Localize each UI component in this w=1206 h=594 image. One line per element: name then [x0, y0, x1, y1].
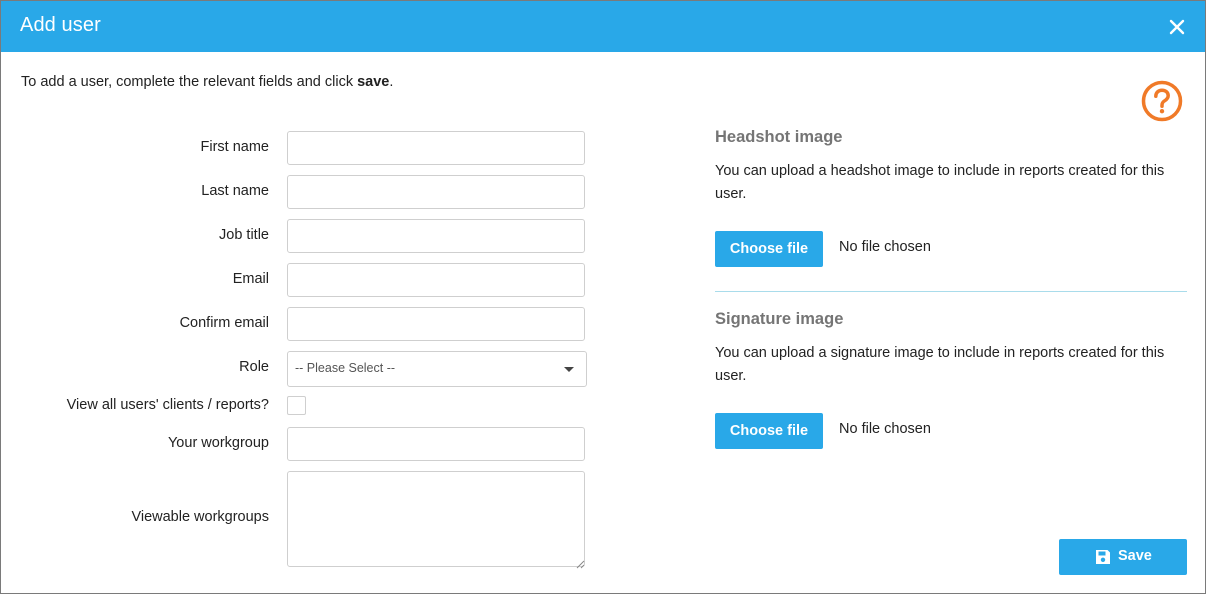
chevron-down-icon — [564, 367, 574, 372]
intro-text: To add a user, complete the relevant fie… — [21, 74, 393, 90]
dialog-title: Add user — [20, 14, 101, 36]
confirm-email-label: Confirm email — [179, 315, 269, 331]
last-name-label: Last name — [201, 183, 269, 199]
signature-choose-file-button[interactable]: Choose file — [715, 413, 823, 449]
job-title-label: Job title — [219, 227, 269, 243]
your-workgroup-field[interactable] — [287, 427, 585, 461]
headshot-description: You can upload a headshot image to inclu… — [715, 163, 1165, 202]
role-selected-value: -- Please Select -- — [295, 361, 396, 375]
add-user-dialog: Add user To add a user, complete the rel… — [0, 0, 1206, 594]
role-label: Role — [239, 359, 269, 375]
resize-grip-icon[interactable] — [576, 556, 585, 569]
first-name-field[interactable] — [287, 131, 585, 165]
section-divider — [715, 291, 1187, 292]
viewable-workgroups-label: Viewable workgroups — [131, 509, 269, 525]
signature-description: You can upload a signature image to incl… — [715, 345, 1165, 384]
intro-suffix: . — [389, 74, 394, 90]
headshot-choose-file-button[interactable]: Choose file — [715, 231, 823, 267]
intro-save-word: save — [357, 74, 390, 90]
view-all-label: View all users' clients / reports? — [66, 397, 269, 413]
headshot-file-status: No file chosen — [839, 239, 931, 255]
last-name-field[interactable] — [287, 175, 585, 209]
intro-prefix: To add a user, complete the relevant fie… — [21, 74, 358, 90]
email-label: Email — [232, 271, 269, 287]
signature-file-status: No file chosen — [839, 421, 931, 437]
first-name-label: First name — [200, 139, 270, 155]
signature-title: Signature image — [715, 310, 844, 328]
dialog-header: Add user — [1, 1, 1205, 52]
role-select[interactable]: -- Please Select -- — [287, 351, 587, 387]
floppy-disk-icon — [1095, 549, 1111, 565]
save-label: Save — [1118, 548, 1152, 564]
save-button[interactable]: Save — [1059, 539, 1187, 575]
viewable-workgroups-field[interactable] — [287, 471, 585, 567]
confirm-email-field[interactable] — [287, 307, 585, 341]
close-icon[interactable] — [1167, 17, 1187, 37]
email-field[interactable] — [287, 263, 585, 297]
job-title-field[interactable] — [287, 219, 585, 253]
view-all-checkbox[interactable] — [287, 396, 306, 415]
question-circle-icon[interactable] — [1140, 79, 1184, 123]
your-workgroup-label: Your workgroup — [167, 435, 269, 451]
headshot-title: Headshot image — [715, 128, 843, 146]
